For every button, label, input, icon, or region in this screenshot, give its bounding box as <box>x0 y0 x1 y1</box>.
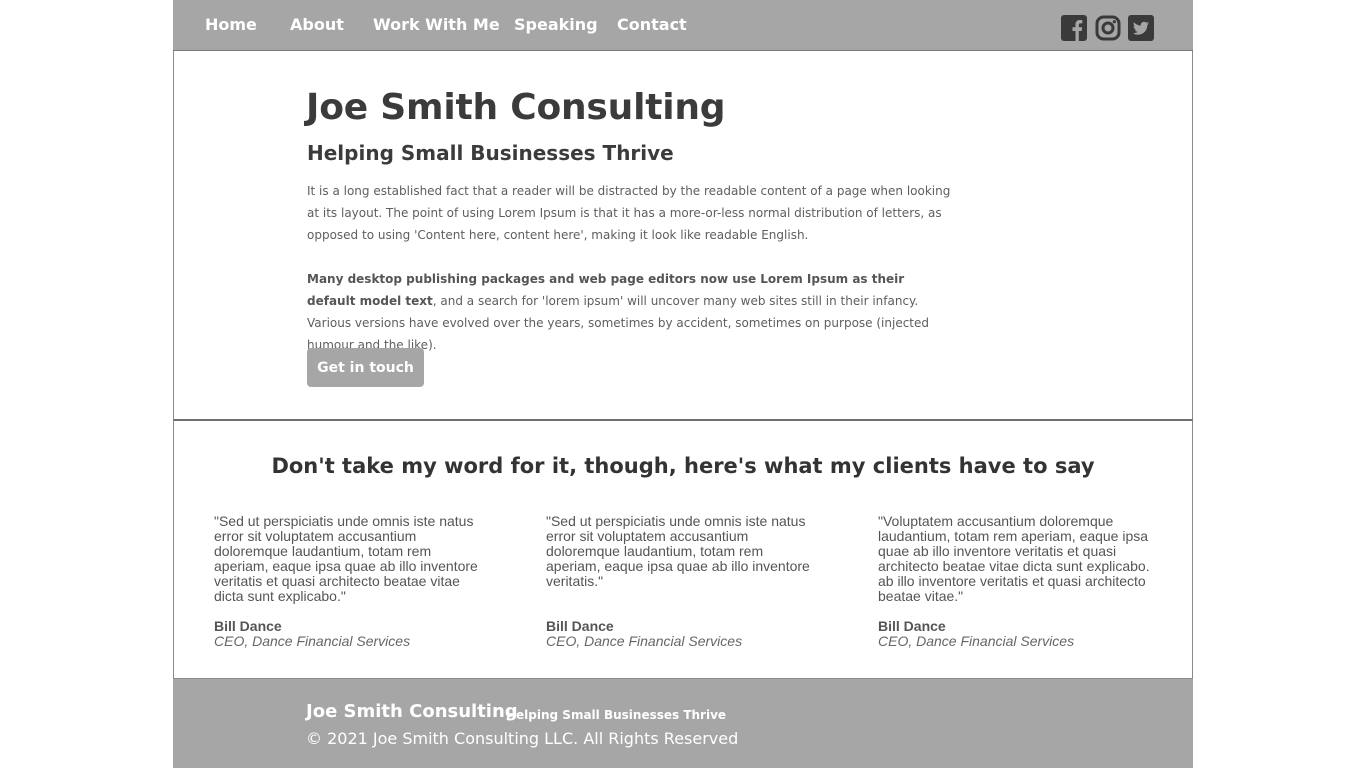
testimonials-section: Don't take my word for it, though, here'… <box>173 421 1193 679</box>
footer-title: Joe Smith Consulting <box>306 701 518 722</box>
testimonials-heading: Don't take my word for it, though, here'… <box>271 454 1095 478</box>
testimonial-author: Bill Dance <box>214 618 282 634</box>
testimonial-quote: "Voluptatem accusantium doloremque lauda… <box>878 513 1150 604</box>
footer-copyright: © 2021 Joe Smith Consulting LLC. All Rig… <box>306 729 739 748</box>
testimonial-author: Bill Dance <box>546 618 614 634</box>
testimonial-role: CEO, Dance Financial Services <box>546 633 743 649</box>
nav-about-link[interactable]: About <box>290 15 344 34</box>
testimonial-card: "Voluptatem accusantium doloremque lauda… <box>878 513 1152 650</box>
testimonial-card: "Sed ut perspiciatis unde omnis iste nat… <box>546 513 816 650</box>
footer-tagline: Helping Small Businesses Thrive <box>506 708 727 722</box>
facebook-icon[interactable] <box>1061 15 1087 41</box>
page: Home About Work With Me Speaking Contact <box>173 0 1193 768</box>
page-subtitle: Helping Small Businesses Thrive <box>307 141 674 165</box>
page-title: Joe Smith Consulting <box>306 87 726 128</box>
testimonial-quote: "Sed ut perspiciatis unde omnis iste nat… <box>546 513 810 589</box>
nav-work-with-me-link[interactable]: Work With Me <box>373 15 500 34</box>
nav-home-link[interactable]: Home <box>205 15 257 34</box>
twitter-icon[interactable] <box>1128 15 1154 41</box>
top-nav: Home About Work With Me Speaking Contact <box>173 0 1193 51</box>
footer: Joe Smith Consulting Helping Small Busin… <box>173 679 1193 768</box>
get-in-touch-button[interactable]: Get in touch <box>307 348 424 387</box>
testimonial-author: Bill Dance <box>878 618 946 634</box>
testimonial-card: "Sed ut perspiciatis unde omnis iste nat… <box>214 513 484 650</box>
instagram-icon[interactable] <box>1095 15 1121 41</box>
testimonial-quote: "Sed ut perspiciatis unde omnis iste nat… <box>214 513 478 604</box>
testimonial-role: CEO, Dance Financial Services <box>214 633 411 649</box>
nav-speaking-link[interactable]: Speaking <box>514 15 598 34</box>
testimonial-role: CEO, Dance Financial Services <box>878 633 1075 649</box>
nav-contact-link[interactable]: Contact <box>617 15 687 34</box>
hero-section: Joe Smith Consulting Helping Small Busin… <box>173 51 1193 421</box>
second-paragraph: Many desktop publishing packages and web… <box>307 268 955 356</box>
intro-paragraph: It is a long established fact that a rea… <box>307 184 951 242</box>
